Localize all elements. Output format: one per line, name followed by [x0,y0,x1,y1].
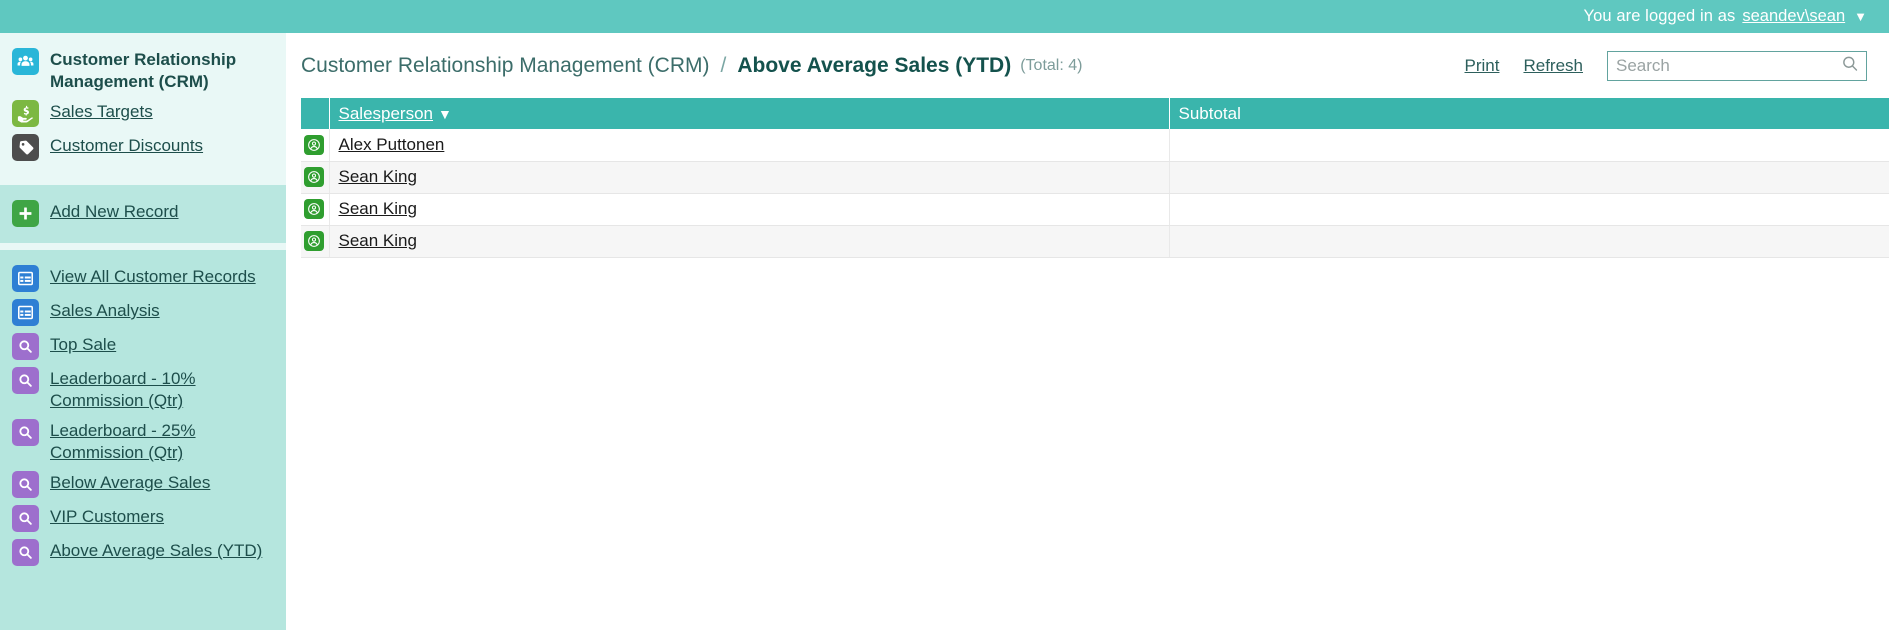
sidebar-item-label: Top Sale [50,335,117,354]
cell-subtotal [1168,161,1889,194]
search-input[interactable] [1608,51,1866,80]
cell-salesperson: Alex Puttonen [328,129,1169,162]
sidebar-item-leaderboard-10[interactable]: Leaderboard - 10% Commission (Qtr) [0,363,286,415]
record-person-icon[interactable] [304,167,324,187]
sidebar-item-customer-discounts[interactable]: Customer Discounts [0,130,286,164]
sidebar-item-label: Add New Record [50,202,179,221]
cell-salesperson: Sean King [328,225,1169,258]
column-header-icon [301,98,329,129]
cell-salesperson: Sean King [328,193,1169,226]
cell-subtotal [1168,129,1889,162]
record-person-icon[interactable] [304,199,324,219]
cell-subtotal [1168,193,1889,226]
magnifier-icon [12,505,39,532]
sidebar-group-views: View All Customer Records Sales Analysis [0,250,286,630]
sort-link-salesperson[interactable]: Salesperson [339,104,434,123]
search-box[interactable] [1607,50,1867,81]
sidebar-item-leaderboard-25[interactable]: Leaderboard - 25% Commission (Qtr) [0,415,286,467]
sidebar-item-crm[interactable]: Customer Relationship Management (CRM) [0,44,286,96]
magnifier-icon [12,333,39,360]
sidebar-item-label: Sales Analysis [50,301,160,320]
people-icon [12,48,39,75]
sidebar-item-label: Customer Discounts [50,136,204,155]
row-icon-cell [301,129,329,162]
column-header-subtotal-label: Subtotal [1178,103,1241,123]
magnifier-icon [12,471,39,498]
top-bar: You are logged in as seandev\sean ▼ [0,0,1889,33]
plus-icon [12,200,39,227]
table-icon [12,265,39,292]
salesperson-link[interactable]: Alex Puttonen [339,135,445,154]
table-header: Salesperson ▼ Subtotal [301,98,1889,129]
logged-in-label: You are logged in as [1583,7,1736,25]
magnifier-icon [12,419,39,446]
cell-subtotal [1168,225,1889,258]
sidebar-item-label: View All Customer Records [50,267,256,286]
records-table: Salesperson ▼ Subtotal Alex Puttonen Sea… [301,98,1889,258]
sidebar: Customer Relationship Management (CRM) S… [0,33,286,630]
sidebar-item-below-average-sales[interactable]: Below Average Sales [0,467,286,501]
print-button[interactable]: Print [1465,56,1500,76]
table-row[interactable]: Sean King [301,225,1889,258]
row-icon-cell [301,193,329,226]
salesperson-link[interactable]: Sean King [339,231,417,250]
sidebar-item-add-new-record[interactable]: Add New Record [0,196,286,230]
column-header-subtotal[interactable]: Subtotal [1168,98,1889,129]
records-table-wrapper: Salesperson ▼ Subtotal Alex Puttonen Sea… [286,98,1889,258]
sidebar-item-label: Leaderboard - 25% Commission (Qtr) [50,421,196,462]
sidebar-divider [0,178,286,185]
page-title: Above Average Sales (YTD) [737,53,1012,77]
record-total-count: (Total: 4) [1020,56,1083,74]
magnifier-icon [12,367,39,394]
current-user-link[interactable]: seandev\sean [1742,7,1845,26]
magnifier-icon [12,539,39,566]
refresh-button[interactable]: Refresh [1523,56,1583,76]
sidebar-group-apps: Customer Relationship Management (CRM) S… [0,33,286,178]
sidebar-item-label: Above Average Sales (YTD) [50,541,263,560]
table-row[interactable]: Sean King [301,193,1889,226]
cell-salesperson: Sean King [328,161,1169,194]
salesperson-link[interactable]: Sean King [339,167,417,186]
sidebar-item-vip-customers[interactable]: VIP Customers [0,501,286,535]
sidebar-item-top-sale[interactable]: Top Sale [0,329,286,363]
sidebar-group-actions: Add New Record [0,185,286,243]
toolbar-actions: Print Refresh [1465,50,1867,81]
sort-descending-icon[interactable]: ▼ [438,106,452,122]
table-header-row: Salesperson ▼ Subtotal [301,98,1889,129]
table-row[interactable]: Sean King [301,161,1889,194]
sidebar-item-view-all-customer-records[interactable]: View All Customer Records [0,261,286,295]
breadcrumb-separator: / [720,53,727,77]
sidebar-item-label: Leaderboard - 10% Commission (Qtr) [50,369,196,410]
breadcrumb-bar: Customer Relationship Management (CRM) /… [286,33,1889,98]
sidebar-item-sales-analysis[interactable]: Sales Analysis [0,295,286,329]
sidebar-divider-2 [0,243,286,250]
chevron-down-icon[interactable]: ▼ [1854,10,1867,23]
sidebar-item-sales-targets[interactable]: Sales Targets [0,96,286,130]
table-body: Alex Puttonen Sean King Sean King Sean K… [301,129,1889,258]
table-row[interactable]: Alex Puttonen [301,129,1889,162]
main-content: Customer Relationship Management (CRM) /… [286,33,1889,619]
row-icon-cell [301,225,329,258]
record-person-icon[interactable] [304,134,324,155]
price-tag-icon [12,134,39,161]
row-icon-cell [301,161,329,194]
hand-money-icon [12,100,39,127]
table-icon [12,299,39,326]
sidebar-item-above-average-sales-ytd[interactable]: Above Average Sales (YTD) [0,535,286,569]
sidebar-item-label: Sales Targets [50,102,153,121]
record-person-icon[interactable] [304,231,324,251]
column-header-salesperson[interactable]: Salesperson ▼ [328,98,1169,129]
sidebar-item-label: VIP Customers [50,507,165,526]
sidebar-item-label: Customer Relationship Management (CRM) [50,50,237,91]
salesperson-link[interactable]: Sean King [339,199,417,218]
sidebar-item-label: Below Average Sales [50,473,211,492]
breadcrumb-root-link[interactable]: Customer Relationship Management (CRM) [301,54,710,78]
